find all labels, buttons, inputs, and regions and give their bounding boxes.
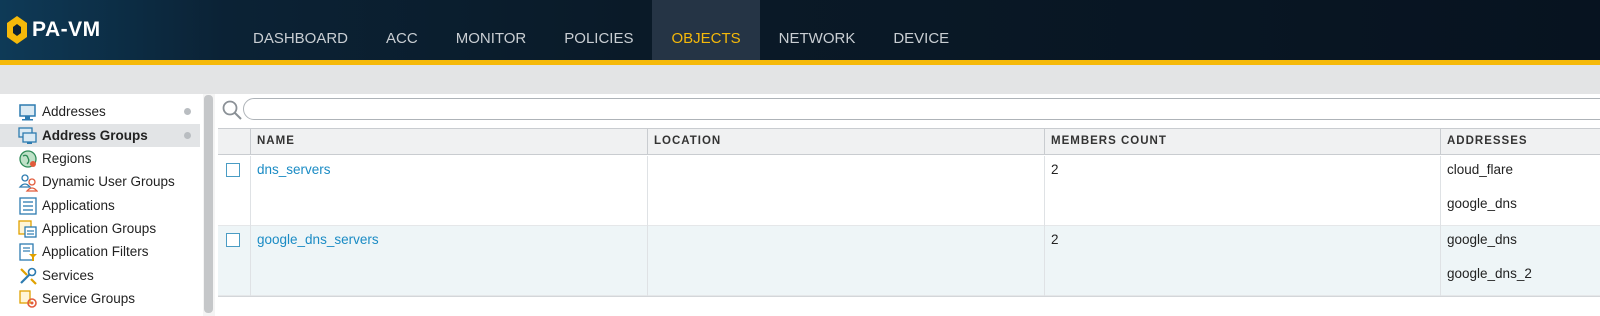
application-groups-icon [18, 220, 37, 238]
row-address: google_dns_2 [1447, 266, 1532, 281]
application-filters-icon [19, 243, 37, 261]
nav-dashboard[interactable]: DASHBOARD [234, 0, 367, 60]
sidebar-item-label: Application Filters [42, 244, 149, 259]
addresses-icon [19, 104, 36, 121]
select-all-column[interactable] [218, 129, 250, 154]
sidebar-item-regions[interactable]: Regions [0, 147, 200, 170]
paloalto-logo-icon [7, 16, 27, 44]
sidebar-item-addresses[interactable]: Addresses [0, 100, 200, 123]
nav-policies[interactable]: POLICIES [545, 0, 652, 60]
sidebar-item-label: Regions [42, 151, 92, 166]
row-name-link[interactable]: dns_servers [257, 162, 331, 177]
row-members-count: 2 [1051, 162, 1059, 177]
table-row[interactable]: dns_servers 2 cloud_flare google_dns [218, 156, 1600, 226]
location-cell [647, 156, 1044, 226]
service-groups-icon [19, 290, 37, 308]
nav-device[interactable]: DEVICE [874, 0, 968, 60]
column-header-name[interactable]: NAME [250, 129, 647, 154]
dynamic-user-groups-icon [18, 174, 38, 192]
sub-toolbar [0, 65, 1600, 94]
addresses-cell: cloud_flare google_dns [1440, 156, 1600, 226]
sidebar-item-label: Application Groups [42, 221, 157, 236]
row-select-cell [218, 156, 250, 226]
search-icon[interactable] [221, 99, 243, 121]
services-icon [20, 267, 37, 285]
sidebar: Addresses Address Groups Regions Dynamic… [0, 94, 202, 316]
nav-monitor[interactable]: MONITOR [437, 0, 546, 60]
addresses-cell: google_dns google_dns_2 [1440, 226, 1600, 296]
name-cell: dns_servers [250, 156, 647, 226]
search-input[interactable] [243, 98, 1600, 120]
pa-vm-logo[interactable]: PA-VM [6, 14, 101, 46]
sidebar-scrollbar-thumb[interactable] [204, 95, 213, 313]
nav-acc[interactable]: ACC [367, 0, 437, 60]
search-bar [218, 94, 1600, 126]
sidebar-item-label: Applications [42, 198, 115, 213]
app-title: PA-VM [32, 18, 101, 41]
nav-network[interactable]: NETWORK [760, 0, 875, 60]
row-checkbox[interactable] [226, 163, 240, 177]
status-dot [184, 132, 191, 139]
row-name-link[interactable]: google_dns_servers [257, 232, 379, 247]
sidebar-item-label: Dynamic User Groups [42, 174, 175, 189]
row-address: google_dns [1447, 232, 1517, 247]
table-row[interactable]: google_dns_servers 2 google_dns google_d… [218, 226, 1600, 296]
address-groups-icon [18, 127, 37, 144]
name-cell: google_dns_servers [250, 226, 647, 296]
row-address: google_dns [1447, 196, 1517, 211]
sidebar-item-service-groups[interactable]: Service Groups [0, 287, 200, 310]
sidebar-item-application-filters[interactable]: Application Filters [0, 240, 200, 263]
sidebar-item-address-groups[interactable]: Address Groups [0, 124, 200, 147]
applications-icon [19, 197, 37, 215]
sidebar-item-label: Addresses [42, 104, 106, 119]
column-header-location[interactable]: LOCATION [647, 129, 1044, 154]
sidebar-item-label: Address Groups [42, 128, 148, 143]
regions-globe-icon [19, 150, 37, 168]
members-count-cell: 2 [1044, 226, 1440, 296]
row-select-cell [218, 226, 250, 296]
main-content: NAME LOCATION MEMBERS COUNT ADDRESSES dn… [218, 94, 1600, 316]
row-checkbox[interactable] [226, 233, 240, 247]
sidebar-item-application-groups[interactable]: Application Groups [0, 217, 200, 240]
sidebar-item-services[interactable]: Services [0, 264, 200, 287]
row-members-count: 2 [1051, 232, 1059, 247]
nav-objects[interactable]: OBJECTS [652, 0, 760, 60]
status-dot [184, 108, 191, 115]
table-header: NAME LOCATION MEMBERS COUNT ADDRESSES [218, 128, 1600, 155]
top-header: PA-VM DASHBOARD ACC MONITOR POLICIES OBJ… [0, 0, 1600, 60]
sidebar-item-applications[interactable]: Applications [0, 194, 200, 217]
table-bottom-divider [218, 296, 1600, 297]
location-cell [647, 226, 1044, 296]
column-header-addresses[interactable]: ADDRESSES [1440, 129, 1600, 154]
sidebar-item-label: Services [42, 268, 94, 283]
sidebar-item-dynamic-user-groups[interactable]: Dynamic User Groups [0, 170, 200, 193]
members-count-cell: 2 [1044, 156, 1440, 226]
column-header-members-count[interactable]: MEMBERS COUNT [1044, 129, 1440, 154]
sidebar-item-label: Service Groups [42, 291, 136, 306]
main-nav: DASHBOARD ACC MONITOR POLICIES OBJECTS N… [234, 0, 968, 60]
row-address: cloud_flare [1447, 162, 1514, 177]
